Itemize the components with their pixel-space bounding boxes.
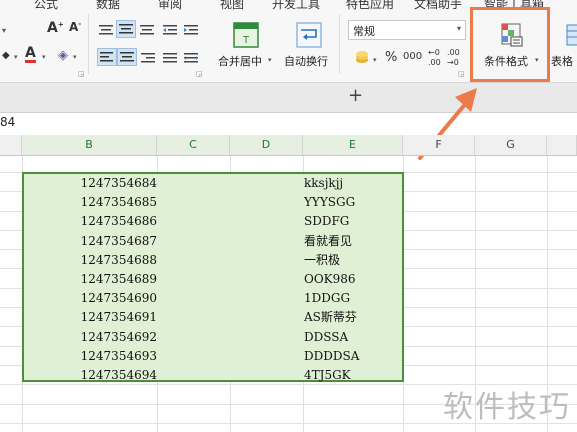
clear-format-icon[interactable]: ◈ [58, 48, 68, 63]
cell-e[interactable]: kksjkjj [304, 174, 402, 193]
justify-icon[interactable] [162, 52, 178, 64]
merge-center-dropdown-icon[interactable]: ▾ [268, 56, 272, 64]
align-center-icon[interactable] [117, 48, 137, 66]
cell-b[interactable]: 1247354687 [22, 232, 157, 251]
font-color-dropdown-icon[interactable]: ▾ [42, 53, 46, 61]
chevron-down-icon: ▾ [456, 24, 461, 33]
menu-formula[interactable]: 公式 [34, 0, 58, 10]
column-header-e[interactable]: E [303, 135, 403, 155]
column-header-f[interactable]: F [403, 135, 475, 155]
svg-text:.00: .00 [428, 58, 441, 67]
number-dialog-launcher-icon[interactable]: ◲ [458, 70, 465, 78]
cell-b[interactable]: 1247354686 [22, 212, 157, 231]
align-top-icon[interactable] [98, 24, 114, 36]
cell-e[interactable]: 1DDGG [304, 289, 402, 308]
cell-b[interactable]: 1247354689 [22, 270, 157, 289]
corner-cell[interactable] [0, 135, 22, 155]
table-style-label[interactable]: 表格 [551, 53, 573, 69]
align-bottom-icon[interactable] [139, 24, 155, 36]
cell-b[interactable]: 1247354684 [22, 174, 157, 193]
menu-data[interactable]: 数据 [96, 0, 120, 10]
cell-e[interactable]: 4TJ5GK [304, 366, 402, 385]
menu-doc-assistant[interactable]: 文档助手 [414, 0, 462, 10]
font-size-dropdown-icon[interactable]: ▾ [2, 26, 6, 35]
align-right-icon[interactable] [140, 52, 156, 64]
wrap-text-label[interactable]: 自动换行 [284, 53, 328, 69]
cell-e[interactable]: OOK986 [304, 270, 402, 289]
decrease-font-icon[interactable]: A- [69, 20, 81, 34]
column-header-h[interactable] [547, 135, 577, 155]
merge-center-icon[interactable]: T [233, 22, 259, 48]
cell-b[interactable]: 1247354690 [22, 289, 157, 308]
cell-e[interactable]: 一积极 [304, 251, 402, 270]
number-format-select[interactable]: 常规 ▾ [348, 20, 466, 40]
column-header-c[interactable]: C [157, 135, 230, 155]
cell-e[interactable]: DDSSA [304, 328, 402, 347]
alignment-dialog-launcher-icon[interactable]: ◲ [196, 70, 203, 78]
cell-e[interactable]: DDDDSA [304, 347, 402, 366]
wrap-text-icon[interactable] [296, 22, 322, 48]
decrease-decimal-icon[interactable]: .00→0 [446, 46, 464, 68]
formula-bar: 84 [0, 112, 577, 136]
table-style-icon[interactable] [566, 24, 577, 46]
column-header-g[interactable]: G [475, 135, 547, 155]
watermark: 软件技巧 [443, 390, 571, 425]
cell-e[interactable]: AS斯蒂芬 [304, 308, 402, 327]
svg-text:T: T [242, 35, 250, 46]
cell-b[interactable]: 1247354694 [22, 366, 157, 385]
sheet-tab-bar: + [0, 82, 577, 113]
menu-features[interactable]: 特色应用 [346, 0, 394, 10]
currency-icon[interactable] [355, 48, 371, 66]
cell-e[interactable]: 看就看见 [304, 232, 402, 251]
decrease-indent-icon[interactable] [162, 24, 178, 36]
cell-e[interactable]: YYYSGG [304, 193, 402, 212]
increase-font-icon[interactable]: A+ [47, 20, 64, 36]
cell-e[interactable]: SDDFG [304, 212, 402, 231]
svg-text:.00: .00 [447, 48, 460, 57]
cell-b[interactable]: 1247354685 [22, 193, 157, 212]
align-middle-icon[interactable] [116, 20, 136, 38]
merge-center-label[interactable]: 合并居中 [218, 53, 262, 69]
column-header-b[interactable]: B [22, 135, 157, 155]
svg-text:→0: →0 [447, 58, 459, 67]
cell-b[interactable]: 1247354693 [22, 347, 157, 366]
name-box[interactable]: 84 [0, 115, 15, 129]
new-tab-button[interactable]: + [348, 85, 363, 106]
font-color-icon[interactable]: A [25, 46, 36, 63]
font-dialog-launcher-icon[interactable]: ◲ [78, 70, 85, 78]
currency-dropdown-icon[interactable]: ▾ [373, 56, 377, 64]
fill-color-dropdown-icon[interactable]: ▾ [14, 53, 18, 61]
menu-review[interactable]: 审阅 [158, 0, 182, 10]
increase-decimal-icon[interactable]: ←0.00 [427, 46, 443, 68]
menu-developer[interactable]: 开发工具 [272, 0, 320, 10]
menu-view[interactable]: 视图 [220, 0, 244, 10]
percent-button[interactable]: % [385, 50, 397, 65]
fill-color-icon[interactable]: ◆ [2, 50, 10, 61]
thousands-separator-button[interactable]: 000 [403, 51, 422, 62]
align-left-icon[interactable] [97, 48, 117, 66]
column-header-row: B C D E F G [0, 135, 577, 156]
clear-format-dropdown-icon[interactable]: ▾ [73, 53, 77, 61]
cell-b[interactable]: 1247354691 [22, 308, 157, 327]
svg-text:←0: ←0 [428, 48, 440, 57]
conditional-format-highlight [470, 7, 550, 82]
distributed-align-icon[interactable] [183, 52, 199, 64]
cell-b[interactable]: 1247354688 [22, 251, 157, 270]
cell-b[interactable]: 1247354692 [22, 328, 157, 347]
number-format-value: 常规 [353, 25, 375, 38]
column-header-d[interactable]: D [230, 135, 303, 155]
increase-indent-icon[interactable] [183, 24, 199, 36]
